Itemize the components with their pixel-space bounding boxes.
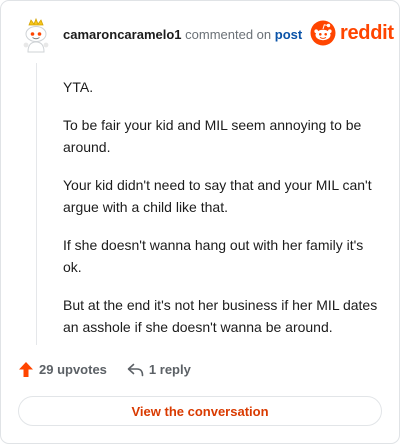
comment-paragraph: But at the end it's not her business if … [63, 297, 378, 335]
view-conversation-button[interactable]: View the conversation [18, 396, 382, 426]
comment-paragraph: YTA. [63, 79, 94, 95]
reply-count: 1 reply [148, 362, 191, 377]
reply-arrow-icon [127, 363, 144, 376]
snoo-avatar-icon [23, 17, 49, 53]
reply-button[interactable]: 1 reply [127, 362, 191, 377]
reddit-logo-icon [310, 20, 336, 46]
upvote-arrow-icon [19, 362, 33, 377]
comment-paragraph: If she doesn't wanna hang out with her f… [63, 237, 364, 275]
comment-embed-card: camaroncaramelo1 commented on post reddi… [0, 0, 400, 444]
username-link[interactable]: camaroncaramelo1 [63, 27, 182, 42]
upvote-button[interactable]: 29 upvotes [18, 361, 107, 378]
comment-paragraph: Your kid didn't need to say that and you… [63, 177, 372, 215]
comment-header: camaroncaramelo1 commented on post [63, 27, 302, 43]
upvote-count: 29 upvotes [39, 362, 107, 377]
comment-paragraph: To be fair your kid and MIL seem annoyin… [63, 117, 362, 155]
user-avatar[interactable] [17, 16, 55, 54]
comment-body: YTA. To be fair your kid and MIL seem an… [63, 76, 381, 354]
thread-line [36, 63, 37, 345]
commented-on-label: commented on [185, 27, 272, 42]
reddit-brand[interactable]: reddit [310, 20, 394, 46]
post-link[interactable]: post [275, 27, 302, 42]
comment-actions: 29 upvotes 1 reply [18, 361, 191, 378]
reddit-wordmark: reddit [340, 21, 394, 44]
